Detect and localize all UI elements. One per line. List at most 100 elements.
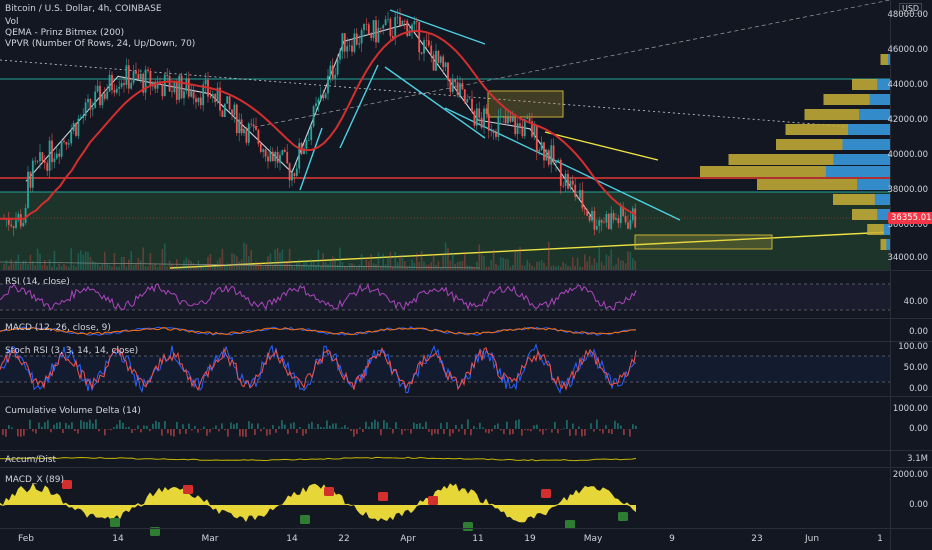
candle-body [466,99,469,103]
macdx-tick: 2000.00 [892,470,928,480]
candle-body [334,74,337,79]
volume-bar [514,249,516,270]
pane-separator[interactable] [0,528,932,529]
volume-bar [382,253,384,270]
volume-bar [423,261,425,270]
candle-body [125,65,128,85]
volume-bar [5,260,8,270]
macd-title[interactable]: MACD (12, 26, close, 9) [5,323,111,333]
tradingview-chart[interactable]: Bitcoin / U.S. Dollar, 4h, COINBASE Vol … [0,0,932,550]
candle-body [595,225,598,230]
cvd-bar [59,422,61,429]
cvd-bar [491,429,493,432]
stoch-axis[interactable]: 100.00 50.00 0.00 [890,341,932,396]
cvd-bar [146,425,148,429]
pane-separator[interactable] [0,467,932,468]
candle-body [442,56,445,68]
volume-bar [22,260,24,270]
candle-body [65,141,68,145]
candle-body [305,140,308,149]
macdx-axis[interactable]: 2000.00 0.00 [890,467,932,528]
cvd-axis[interactable]: 1000.00 0.00 [890,396,932,450]
candle-body [497,117,500,137]
pane-separator[interactable] [0,396,932,397]
cvd-bar [485,429,487,433]
candle-body [317,99,320,104]
pane-separator[interactable] [0,341,932,342]
volume-bar [267,256,269,270]
cvd-bar [77,429,79,434]
candle-body [293,173,296,176]
candle-body [147,69,149,72]
volume-bar [632,258,634,270]
indicator-vol[interactable]: Vol [5,17,18,27]
candle-body [396,16,399,18]
candle-body [312,106,315,127]
cvd-bar [623,429,625,435]
volume-bar [48,259,51,270]
volume-bar [188,259,190,270]
cvd-bar [92,423,94,429]
macd-axis[interactable]: 0.00 [890,318,932,341]
accum-title[interactable]: Accum/Dist [5,455,56,465]
cvd-bar [170,429,172,436]
descending-yellow [544,131,659,161]
volume-bar [94,262,96,270]
cvd-bar [266,429,268,436]
cvd-bar [512,429,514,435]
candle-body [432,54,435,71]
time-tick: 22 [338,534,350,544]
cvd-bar [449,429,451,437]
volume-bar [629,251,632,270]
macdx-title[interactable]: MACD_X (89) [5,475,64,485]
volume-bar [221,248,224,270]
volume-bar [387,256,389,270]
cvd-title[interactable]: Cumulative Volume Delta (14) [5,406,141,416]
cvd-bar [446,422,448,429]
accum-axis[interactable]: 3.1M [890,450,932,467]
candle-body [507,117,509,124]
candle-body [120,83,123,87]
indicator-qema[interactable]: QEMA - Prinz Bitmex (200) [5,28,124,38]
cvd-bar [425,421,427,429]
stoch-title[interactable]: Stoch RSI (3, 3, 14, 14, close) [5,346,138,356]
last-price-tag: 36355.01 [888,212,932,224]
pane-separator[interactable] [0,318,932,319]
candle-body [187,78,190,97]
volume-bar [312,261,315,270]
candle-body [233,104,236,116]
price-tick: 42000.00 [887,115,928,125]
volume-bar [53,250,56,270]
volume-bar [444,242,447,270]
cvd-bar [11,427,13,429]
cvd-bar [62,429,64,434]
vpvr-bar-up [825,166,890,177]
pane-separator[interactable] [0,450,932,451]
cvd-bar [467,419,469,429]
cvd-bar [164,420,166,429]
cvd-bar [521,429,523,436]
volume-bar [168,260,171,270]
volume-bar [348,263,351,270]
cvd-bar [395,422,397,429]
cvd-bar [581,429,583,437]
symbol-title: Bitcoin / U.S. Dollar, 4h, COINBASE [5,4,162,14]
volume-bar [332,256,334,270]
rsi-title[interactable]: RSI (14, close) [5,277,70,287]
candle-body [487,113,490,131]
rsi-axis[interactable]: 40.00 [890,270,932,318]
volume-bar [416,253,418,270]
volume-bar [593,258,596,270]
cvd-bar [179,429,181,435]
cvd-bar [353,429,355,437]
pane-separator[interactable] [0,270,932,271]
cvd-bar [389,427,391,429]
volume-bar [87,252,89,270]
cvd-bar [518,419,520,429]
cvd-bar [338,428,340,429]
cvd-bar [137,425,139,429]
candle-body [72,123,75,132]
indicator-vpvr[interactable]: VPVR (Number Of Rows, 24, Up/Down, 70) [5,39,195,49]
candle-body [353,33,356,52]
price-axis[interactable]: 48000.00 46000.00 44000.00 42000.00 4000… [887,0,932,270]
